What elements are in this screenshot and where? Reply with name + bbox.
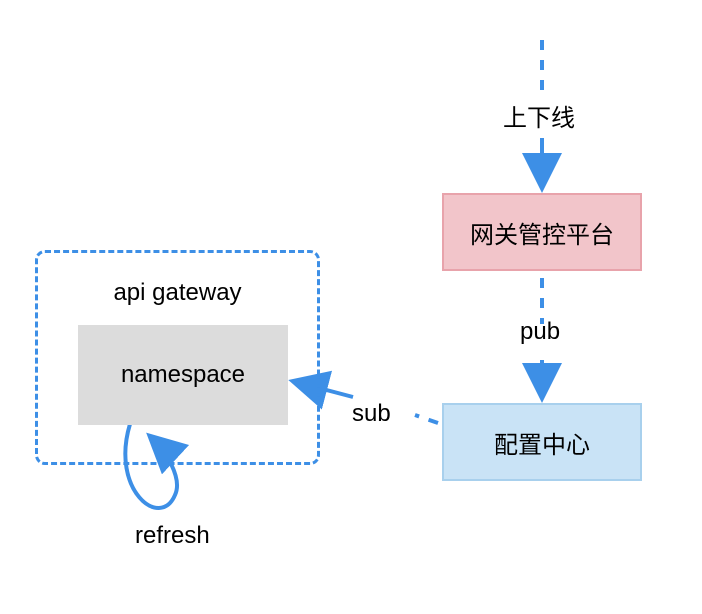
config-center-box: 配置中心	[442, 403, 642, 481]
label-online-offline: 上下线	[503, 98, 575, 133]
label-sub: sub	[352, 400, 391, 428]
namespace-box: namespace	[78, 325, 288, 425]
gateway-management-platform-box: 网关管控平台	[442, 193, 642, 271]
api-gateway-title: api gateway	[38, 279, 317, 307]
api-gateway-container: api gateway namespace	[35, 250, 320, 465]
label-refresh: refresh	[135, 522, 210, 550]
label-pub: pub	[520, 318, 560, 346]
